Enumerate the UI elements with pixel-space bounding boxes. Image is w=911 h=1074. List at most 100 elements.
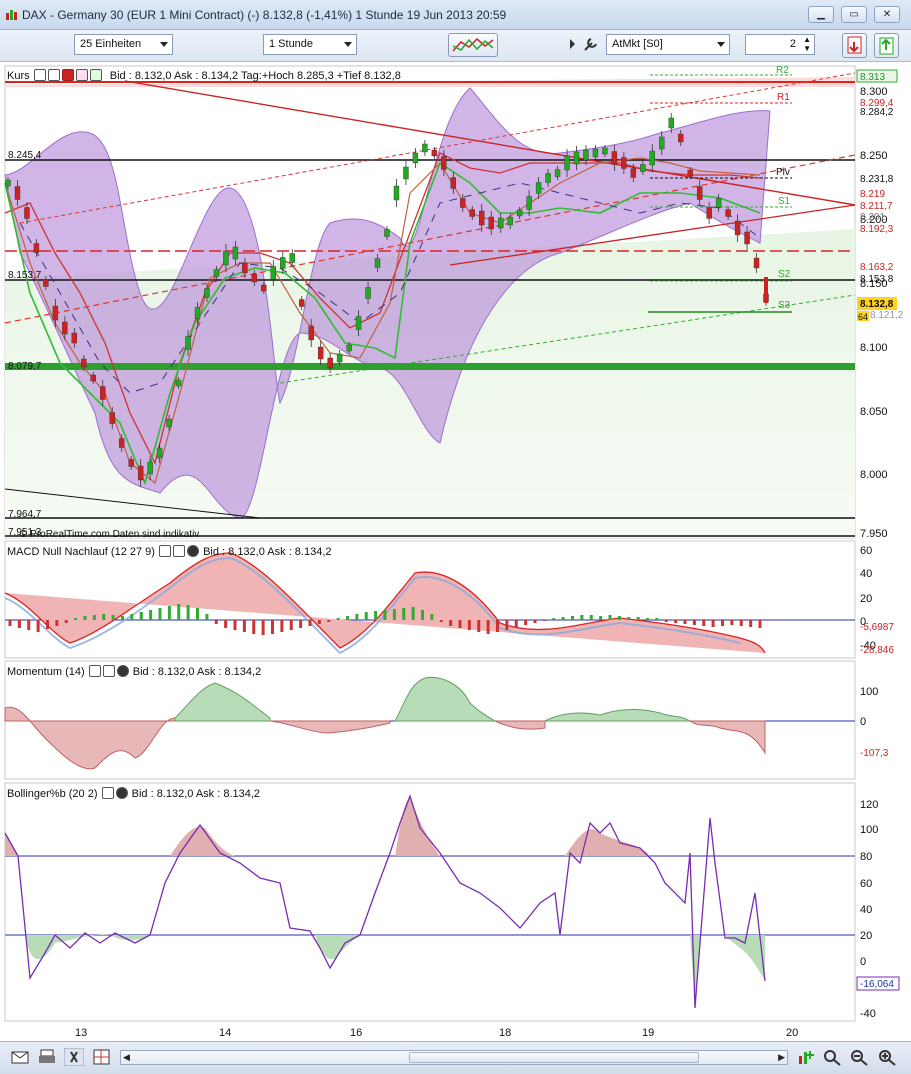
macd-bar xyxy=(692,620,696,625)
macd-bar xyxy=(130,614,134,620)
candle-body xyxy=(374,258,381,268)
macd-bar xyxy=(421,610,424,620)
up-arrow-icon[interactable] xyxy=(89,69,102,81)
window-icon[interactable] xyxy=(101,787,114,799)
window-icon[interactable] xyxy=(47,69,60,81)
bollinger-axis: 120 100 80 60 40 20 0 -40 -16,064 xyxy=(856,799,900,1020)
macd-bar xyxy=(186,605,190,620)
candle-body xyxy=(592,148,599,158)
macd-bar xyxy=(55,620,59,626)
close-icon[interactable] xyxy=(116,665,129,677)
print-icon[interactable] xyxy=(37,1048,57,1066)
window-icon[interactable] xyxy=(102,665,115,677)
zoom-out-icon[interactable] xyxy=(849,1048,869,1066)
momentum-tag: -107,3 xyxy=(860,748,889,759)
macd-bar xyxy=(458,620,462,628)
zoom-in-icon[interactable] xyxy=(877,1048,897,1066)
candle-body xyxy=(109,412,115,424)
chart-style-button[interactable] xyxy=(448,33,498,57)
candle-body xyxy=(194,307,201,319)
price-tag: 8.211,7 xyxy=(860,201,893,212)
close-icon[interactable] xyxy=(61,69,74,81)
macd-bar xyxy=(617,616,621,620)
candle-body xyxy=(611,151,618,165)
candle-body xyxy=(336,353,343,363)
left-label: 8.245,4 xyxy=(8,150,42,161)
price-tag: 8.219 xyxy=(860,189,885,200)
link-icon[interactable] xyxy=(64,1048,84,1066)
wrench-icon[interactable] xyxy=(159,545,172,557)
macd-bar xyxy=(196,608,199,620)
candle-body xyxy=(441,156,447,170)
macd-bar xyxy=(224,620,228,628)
macd-bar xyxy=(308,620,312,626)
macd-bar xyxy=(205,614,209,620)
candle-body xyxy=(213,269,220,277)
candle-body xyxy=(583,149,589,161)
down-arrow-icon[interactable] xyxy=(75,69,88,81)
sell-icon xyxy=(847,36,862,54)
candle-body xyxy=(564,155,570,171)
price-tick: 8.000 xyxy=(860,469,888,481)
add-indicator-icon[interactable] xyxy=(796,1048,816,1066)
horizontal-scrollbar[interactable]: ◀ ▶ xyxy=(120,1050,788,1065)
macd-bar xyxy=(655,618,659,620)
candle-body xyxy=(24,207,30,219)
sell-button[interactable] xyxy=(842,33,867,58)
units-select[interactable]: 25 Einheiten xyxy=(74,34,173,55)
candle-body xyxy=(630,168,637,178)
mail-icon[interactable] xyxy=(10,1048,30,1066)
candle-body xyxy=(43,279,49,287)
candle-body xyxy=(317,346,324,360)
macd-bar xyxy=(64,620,68,623)
quantity-stepper[interactable]: 2 ▲ ▼ xyxy=(745,34,815,55)
macd-bar xyxy=(36,620,40,632)
macd-bar xyxy=(17,620,21,628)
buy-button[interactable] xyxy=(874,33,899,58)
scrollbar-thumb[interactable] xyxy=(409,1052,699,1063)
close-icon[interactable] xyxy=(115,787,128,799)
macd-bar xyxy=(271,620,274,634)
chevron-right-icon[interactable] xyxy=(570,39,575,49)
macd-bar xyxy=(533,620,537,623)
candle-body xyxy=(734,220,741,236)
candle-body xyxy=(14,186,21,200)
window-icon[interactable] xyxy=(173,545,186,557)
macd-bar xyxy=(608,615,612,620)
maximize-button[interactable]: ▭ xyxy=(841,6,867,23)
scroll-left-icon[interactable]: ◀ xyxy=(123,1052,130,1063)
candle-body xyxy=(33,243,40,253)
grid-icon[interactable] xyxy=(92,1048,112,1066)
interval-select[interactable]: 1 Stunde xyxy=(263,34,357,55)
candle-body xyxy=(422,143,428,153)
close-button[interactable]: ✕ xyxy=(874,6,900,23)
scroll-right-icon[interactable]: ▶ xyxy=(778,1052,785,1063)
close-icon[interactable] xyxy=(187,545,200,557)
price-tag: 8.153,8 xyxy=(860,274,894,285)
order-type-select[interactable]: AtMkt [S0] xyxy=(606,34,730,55)
candle-body xyxy=(696,186,703,200)
time-tick: 16 xyxy=(350,1027,362,1039)
wrench-icon[interactable] xyxy=(33,69,46,81)
candle-body xyxy=(725,209,731,217)
candle-body xyxy=(270,266,276,280)
stepper-arrows-icon[interactable]: ▲ ▼ xyxy=(803,35,811,53)
candle-body xyxy=(393,185,400,201)
chevron-down-icon xyxy=(717,42,725,47)
chart-area[interactable]: R2 R1 Piv S1 S2 S3 8.245,4 8.153,7 8.079… xyxy=(0,63,911,1041)
watermark: © ProRealTime.com Daten sind indikativ xyxy=(20,529,199,540)
time-tick: 19 xyxy=(642,1027,654,1039)
wrench-icon[interactable] xyxy=(88,665,101,677)
minimize-button[interactable]: ▁ xyxy=(808,6,834,23)
candle-body xyxy=(488,216,494,230)
macd-bar xyxy=(327,620,331,622)
wrench-icon[interactable] xyxy=(582,35,600,53)
macd-bar xyxy=(411,607,415,620)
app-icon xyxy=(6,10,17,20)
macd-bar xyxy=(392,609,396,620)
macd-bar xyxy=(627,617,631,620)
macd-bar xyxy=(758,620,762,628)
macd-bar xyxy=(167,606,171,620)
zoom-fit-icon[interactable] xyxy=(822,1048,842,1066)
pivot-s1: S1 xyxy=(778,196,791,207)
